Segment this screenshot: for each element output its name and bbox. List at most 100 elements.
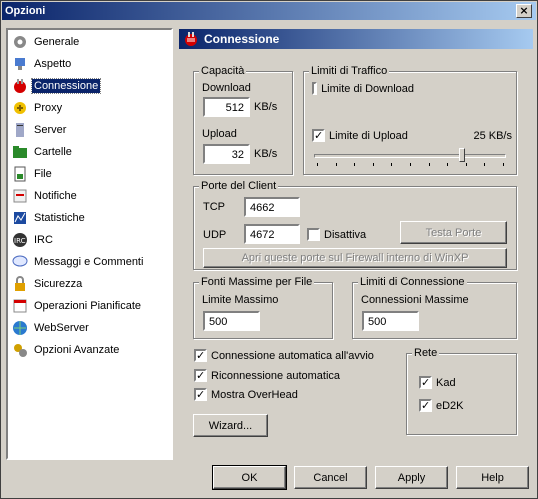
sidebar-item-aspetto[interactable]: Aspetto	[12, 55, 73, 73]
notifications-icon	[12, 188, 28, 204]
download-label: Download	[202, 82, 251, 94]
sidebar-item-irc[interactable]: IRC IRC	[12, 231, 55, 249]
sidebar-item-sicurezza[interactable]: Sicurezza	[12, 275, 84, 293]
slider-tick	[391, 163, 392, 166]
wizard-button[interactable]: Wizard...	[193, 414, 268, 437]
appearance-icon	[12, 56, 28, 72]
connection-plug-icon	[12, 78, 28, 94]
auto-reconnect-label: Riconnessione automatica	[211, 369, 341, 382]
show-overhead-box[interactable]: ✓	[194, 388, 207, 401]
ed2k-box[interactable]: ✓	[419, 399, 432, 412]
sidebar-item-opzioni-avanzate[interactable]: Opzioni Avanzate	[12, 341, 121, 359]
network-group: Rete ✓ Kad ✓ eD2K	[406, 347, 517, 435]
upload-limit-slider[interactable]	[312, 148, 508, 168]
sidebar-item-statistiche[interactable]: Statistiche	[12, 209, 87, 227]
show-overhead-label: Mostra OverHead	[211, 388, 298, 401]
close-button[interactable]: ×	[516, 4, 532, 18]
client-ports-group: Porte del Client TCP 4662 UDP 4672 Disat…	[193, 180, 517, 270]
upload-limit-box[interactable]: ✓	[312, 129, 325, 142]
server-icon	[12, 122, 28, 138]
svg-text:IRC: IRC	[14, 237, 26, 245]
upload-limit-value: 25 KB/s	[473, 130, 512, 142]
download-capacity-input[interactable]: 512	[203, 97, 250, 117]
ed2k-checkbox[interactable]: ✓ eD2K	[419, 399, 464, 412]
sidebar-item-label: Statistiche	[34, 212, 85, 224]
apply-button[interactable]: Apply	[375, 466, 448, 489]
statistics-icon	[12, 210, 28, 226]
sidebar-item-label: Connessione	[30, 78, 102, 94]
sidebar-item-connessione[interactable]: Connessione	[12, 77, 102, 95]
connection-plug-icon	[183, 31, 199, 47]
kad-checkbox[interactable]: ✓ Kad	[419, 376, 456, 389]
auto-connect-checkbox[interactable]: ✓ Connessione automatica all'avvio	[194, 349, 374, 362]
udp-port-input[interactable]: 4672	[244, 224, 300, 244]
max-connections-label: Connessioni Massime	[361, 294, 469, 306]
scheduler-icon	[12, 298, 28, 314]
slider-tick	[503, 163, 504, 166]
upload-limit-label: Limite di Upload	[329, 129, 408, 142]
kad-box[interactable]: ✓	[419, 376, 432, 389]
auto-connect-box[interactable]: ✓	[194, 349, 207, 362]
sidebar-item-label: Aspetto	[34, 58, 72, 70]
options-sidebar: Generale Aspetto Connessione Proxy Server Car…	[6, 28, 173, 460]
sidebar-item-label: Generale	[34, 36, 80, 48]
options-window: Opzioni × Generale Aspetto Connessione Prox…	[0, 0, 538, 499]
capacity-group: Capacità Download 512 KB/s Upload 32 KB/…	[193, 65, 293, 175]
udp-label: UDP	[203, 229, 227, 241]
download-limit-label: Limite di Download	[321, 82, 414, 95]
window-title: Opzioni	[5, 5, 46, 17]
cancel-button[interactable]: Cancel	[294, 466, 367, 489]
slider-tick	[336, 163, 337, 166]
slider-thumb[interactable]	[459, 148, 465, 162]
kad-label: Kad	[436, 376, 456, 389]
sidebar-item-label: Opzioni Avanzate	[34, 344, 120, 356]
connection-limits-legend: Limiti di Connessione	[358, 276, 467, 288]
security-icon	[12, 276, 28, 292]
sidebar-item-webserver[interactable]: WebServer	[12, 319, 91, 337]
upload-limit-checkbox[interactable]: ✓ Limite di Upload	[312, 129, 408, 142]
sidebar-item-label: File	[34, 168, 52, 180]
sidebar-item-server[interactable]: Server	[12, 121, 68, 139]
sidebar-item-proxy[interactable]: Proxy	[12, 99, 64, 117]
irc-icon: IRC	[12, 232, 28, 248]
advanced-icon	[12, 342, 28, 358]
webserver-icon	[12, 320, 28, 336]
title-bar: Opzioni ×	[2, 2, 536, 20]
sidebar-item-cartelle[interactable]: Cartelle	[12, 143, 74, 161]
upload-capacity-input[interactable]: 32	[203, 144, 250, 164]
max-connections-input[interactable]: 500	[362, 311, 419, 331]
tcp-port-input[interactable]: 4662	[244, 197, 300, 217]
capacity-legend: Capacità	[199, 65, 247, 77]
sidebar-item-operazioni-pianificate[interactable]: Operazioni Pianificate	[12, 297, 143, 315]
section-title: Connessione	[204, 32, 280, 46]
max-sources-input[interactable]: 500	[203, 311, 260, 331]
auto-reconnect-box[interactable]: ✓	[194, 369, 207, 382]
file-icon	[12, 166, 28, 182]
open-firewall-ports-button[interactable]: Apri queste porte sul Firewall interno d…	[203, 248, 507, 268]
sidebar-item-label: Operazioni Pianificate	[34, 300, 142, 312]
slider-tick	[317, 163, 318, 166]
slider-tick	[429, 163, 430, 166]
disable-udp-checkbox[interactable]: Disattiva	[307, 228, 366, 241]
sidebar-item-generale[interactable]: Generale	[12, 33, 81, 51]
sidebar-item-messaggi-e-commenti[interactable]: Messaggi e Commenti	[12, 253, 145, 271]
show-overhead-checkbox[interactable]: ✓ Mostra OverHead	[194, 388, 298, 401]
messages-icon	[12, 254, 28, 270]
auto-reconnect-checkbox[interactable]: ✓ Riconnessione automatica	[194, 369, 340, 382]
disable-udp-box[interactable]	[307, 228, 320, 241]
download-unit: KB/s	[254, 101, 278, 113]
max-sources-group: Fonti Massime per File Limite Massimo 50…	[193, 276, 333, 339]
help-button[interactable]: Help	[456, 466, 529, 489]
section-header: Connessione	[179, 29, 533, 49]
sidebar-item-file[interactable]: File	[12, 165, 54, 183]
ok-button[interactable]: OK	[212, 465, 287, 490]
network-legend: Rete	[412, 347, 440, 359]
test-ports-button[interactable]: Testa Porte	[400, 221, 507, 244]
tcp-label: TCP	[203, 201, 225, 213]
slider-track	[314, 154, 506, 158]
download-limit-box[interactable]	[312, 82, 318, 95]
sidebar-item-label: Server	[34, 124, 67, 136]
sidebar-item-notifiche[interactable]: Notifiche	[12, 187, 79, 205]
download-limit-checkbox[interactable]: Limite di Download	[312, 82, 414, 95]
auto-connect-label: Connessione automatica all'avvio	[211, 349, 374, 362]
